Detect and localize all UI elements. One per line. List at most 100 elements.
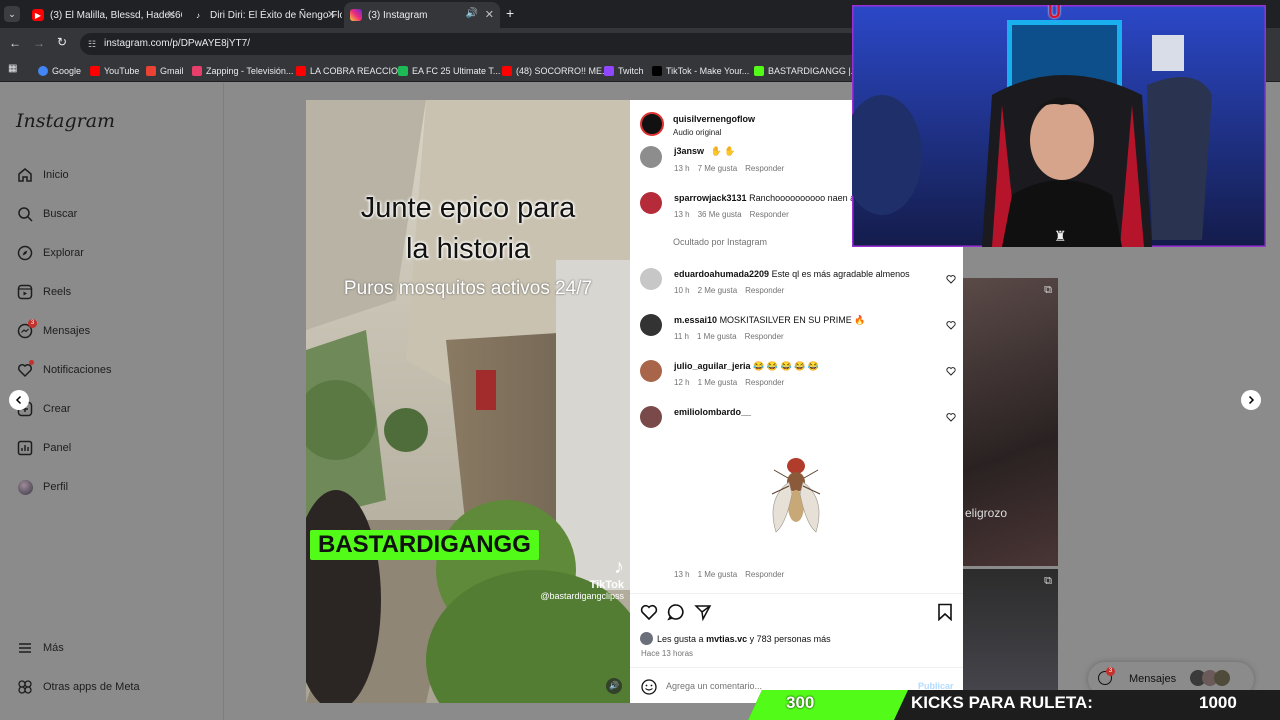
like-comment-icon[interactable]: [946, 274, 956, 284]
comment-likes[interactable]: 1 Me gusta: [697, 332, 737, 341]
sidebar-item-meta[interactable]: Otras apps de Meta: [16, 677, 140, 697]
video-subcaption: Puros mosquitos activos 24/7: [343, 278, 593, 299]
audio-label[interactable]: Audio original: [673, 128, 721, 137]
previous-post-button[interactable]: [9, 390, 29, 410]
like-comment-icon[interactable]: [946, 320, 956, 330]
kicks-label: KICKS PARA RULETA:: [911, 693, 1093, 712]
bookmark-label: YouTube: [104, 66, 140, 76]
likes-user[interactable]: mvtias.vc: [706, 634, 747, 644]
close-tab-icon[interactable]: ✕: [327, 8, 336, 21]
instagram-logo[interactable]: Instagram: [16, 110, 115, 132]
comment-likes[interactable]: 2 Me gusta: [698, 286, 738, 295]
meta-apps-icon: [16, 678, 34, 696]
grid-label: eligrozo: [965, 506, 1008, 520]
speaker-icon[interactable]: 🔊: [466, 8, 478, 19]
bookmark-twitch[interactable]: Twitch: [604, 63, 644, 79]
home-icon: [16, 166, 34, 184]
twitch-icon: [604, 66, 614, 76]
bookmark-label: EA FC 25 Ultimate T...: [412, 66, 501, 76]
bookmark-bastardigangg[interactable]: BASTARDIGANGG |...: [754, 63, 858, 79]
comment-likes[interactable]: 1 Me gusta: [698, 570, 738, 579]
tab-tiktok[interactable]: ♪ Diri Diri: El Éxito de Ñengo Flow ✕: [186, 2, 342, 28]
bookmark-cobra[interactable]: LA COBRA REACCIO...: [296, 63, 406, 79]
close-tab-icon[interactable]: ✕: [485, 8, 494, 21]
comment-avatar[interactable]: [640, 268, 662, 290]
sidebar-item-reels[interactable]: Reels: [16, 282, 71, 302]
comment-username[interactable]: emiliolombardo__: [674, 407, 751, 417]
comment-username[interactable]: julio_aguilar_jeria: [674, 361, 751, 371]
close-tab-icon[interactable]: ✕: [167, 8, 176, 21]
bookmark-label: Gmail: [160, 66, 184, 76]
sidebar-item-mas[interactable]: Más: [16, 638, 64, 658]
reload-icon[interactable]: ↻: [57, 35, 67, 49]
comment-avatar[interactable]: [640, 146, 662, 168]
reply-button[interactable]: Responder: [745, 378, 784, 387]
comment-username[interactable]: sparrowjack3131: [674, 193, 747, 203]
apps-icon[interactable]: ▦: [8, 63, 17, 74]
bookmark-icon[interactable]: [937, 603, 953, 621]
comment-text: sparrowjack3131 Ranchoooooooooo naen al: [674, 193, 857, 203]
comment-avatar[interactable]: [640, 360, 662, 382]
comment-likes[interactable]: 36 Me gusta: [698, 210, 742, 219]
sidebar-item-label: Más: [43, 642, 64, 654]
kicks-goal: 1000: [1199, 693, 1237, 712]
like-icon[interactable]: [640, 603, 658, 621]
bookmark-google[interactable]: Google: [38, 63, 81, 79]
author-avatar[interactable]: [640, 112, 664, 136]
author-username[interactable]: quisilvernengoflow: [673, 114, 755, 124]
sidebar-item-mensajes[interactable]: 3 Mensajes: [16, 319, 90, 341]
tab-youtube[interactable]: ▶ (3) El Malilla, Blessd, Hades66 ✕: [26, 2, 182, 28]
reply-button[interactable]: Responder: [745, 164, 784, 173]
address-text: instagram.com/p/DPwAYE8jYT7/: [104, 38, 250, 49]
comment-likes[interactable]: 1 Me gusta: [698, 378, 738, 387]
sidebar-item-explorar[interactable]: Explorar: [16, 243, 84, 263]
share-icon[interactable]: [694, 603, 712, 621]
bookmark-socorro[interactable]: (48) SOCORRO!! ME...: [502, 63, 610, 79]
bookmark-zapping[interactable]: Zapping - Televisión...: [192, 63, 293, 79]
sidebar-item-notificaciones[interactable]: Notificaciones: [16, 360, 111, 380]
grid-thumbnail[interactable]: ⧉ eligrozo: [963, 278, 1058, 566]
tab-search-button[interactable]: ⌄: [4, 6, 20, 22]
reply-button[interactable]: Responder: [745, 286, 784, 295]
hidden-comments-notice[interactable]: Ocultado por Instagram: [673, 237, 767, 247]
reply-button[interactable]: Responder: [745, 570, 784, 579]
comment-username[interactable]: eduardoahumada2209: [674, 269, 769, 279]
bookmark-youtube[interactable]: YouTube: [90, 63, 139, 79]
back-icon[interactable]: ←: [9, 36, 21, 50]
likes-suffix[interactable]: y 783 personas más: [750, 634, 831, 644]
tab-instagram[interactable]: (3) Instagram 🔊 ✕: [344, 2, 500, 28]
comment-username[interactable]: m.essai10: [674, 315, 717, 325]
comment-text: eduardoahumada2209 Este ql es más agrada…: [674, 269, 910, 279]
comment-avatar[interactable]: [640, 314, 662, 336]
comment-icon[interactable]: [667, 603, 685, 621]
comment-likes[interactable]: 7 Me gusta: [698, 164, 738, 173]
tab-title: (3) El Malilla, Blessd, Hades66: [50, 9, 182, 21]
sidebar-item-panel[interactable]: Panel: [16, 438, 71, 458]
address-bar[interactable]: ☷ instagram.com/p/DPwAYE8jYT7/: [80, 33, 860, 55]
reply-button[interactable]: Responder: [750, 210, 789, 219]
fly-sticker-image: [771, 458, 821, 533]
reply-button[interactable]: Responder: [745, 332, 784, 341]
bookmark-tiktok[interactable]: TikTok - Make Your...: [652, 63, 749, 79]
like-comment-icon[interactable]: [946, 366, 956, 376]
mute-button[interactable]: 🔊: [606, 678, 622, 694]
sidebar-item-label: Crear: [43, 403, 71, 415]
bookmark-eafc[interactable]: EA FC 25 Ultimate T...: [398, 63, 500, 79]
next-post-button[interactable]: [1241, 390, 1261, 410]
comment-username[interactable]: j3answ: [674, 146, 704, 156]
sidebar-item-inicio[interactable]: Inicio: [16, 165, 69, 185]
sidebar-item-perfil[interactable]: Perfil: [16, 477, 68, 497]
comment-body: 😂 😂 😂 😂 😂: [753, 361, 820, 371]
like-comment-icon[interactable]: [946, 412, 956, 422]
comment-avatar[interactable]: [640, 406, 662, 428]
comment-avatar[interactable]: [640, 192, 662, 214]
new-tab-button[interactable]: +: [506, 5, 514, 21]
youtube-icon: ▶: [32, 9, 44, 21]
site-info-icon[interactable]: ☷: [88, 33, 96, 55]
sidebar-item-buscar[interactable]: Buscar: [16, 204, 77, 224]
comment-time: 13 h: [674, 164, 690, 173]
bookmark-gmail[interactable]: Gmail: [146, 63, 184, 79]
forward-icon[interactable]: →: [33, 36, 45, 50]
post-video[interactable]: Junte epico para la historia Puros mosqu…: [306, 100, 630, 703]
emoji-picker-icon[interactable]: [641, 679, 657, 695]
